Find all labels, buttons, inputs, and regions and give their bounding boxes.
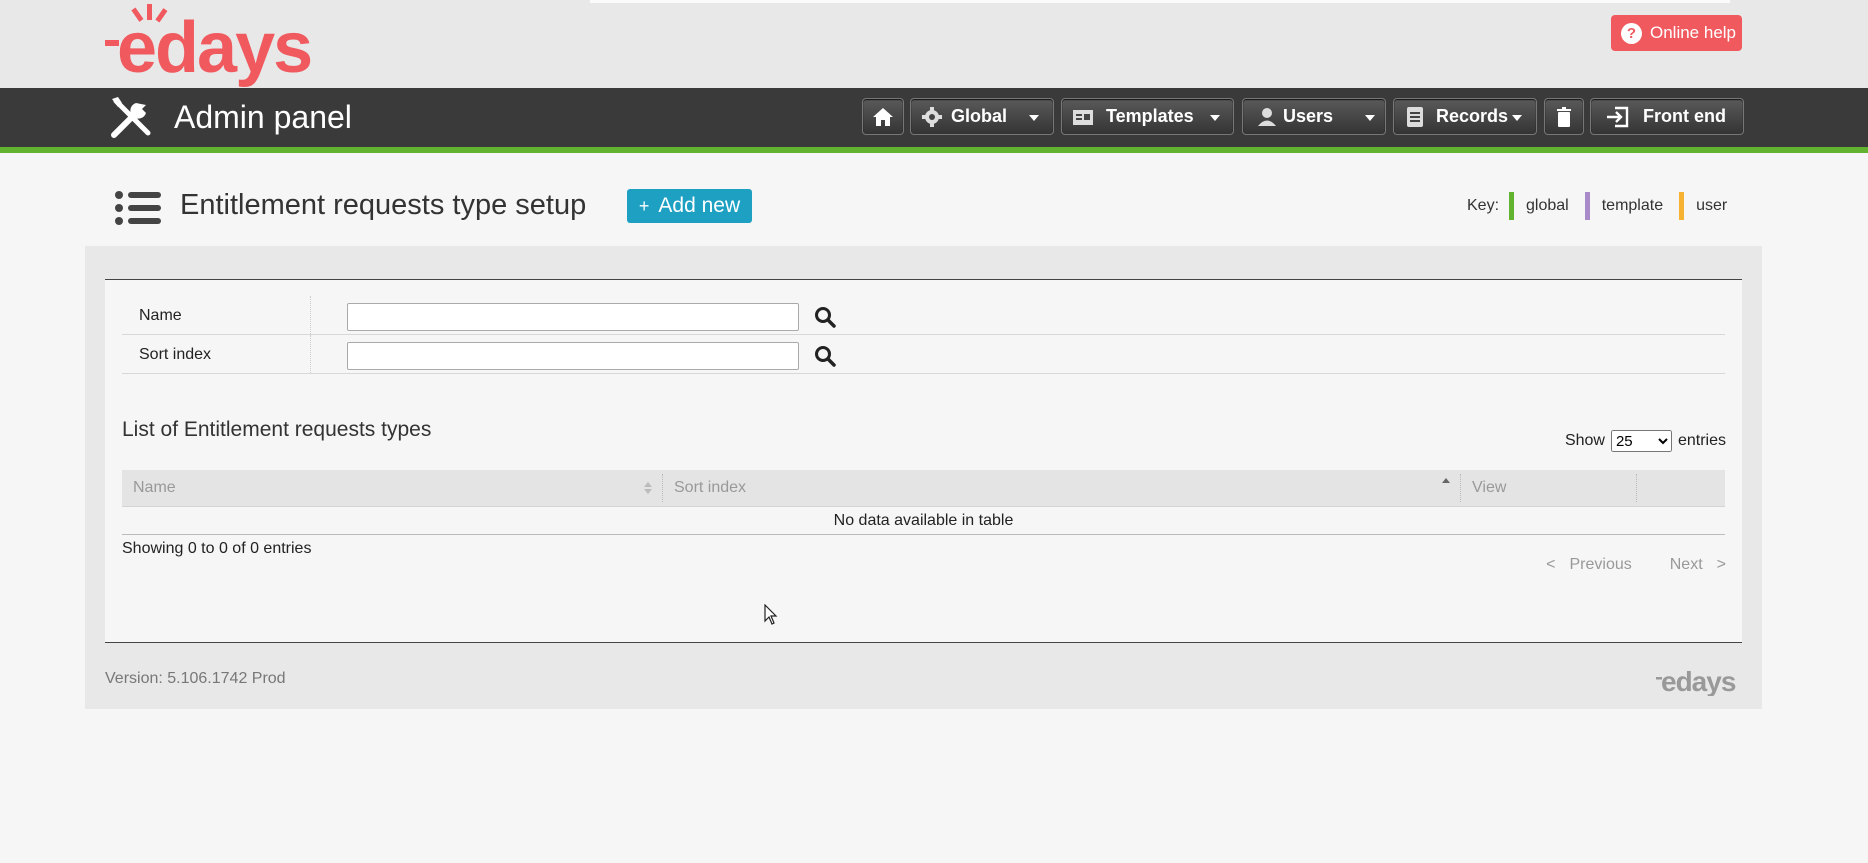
key-global-label: global (1526, 197, 1569, 214)
show-label: Show (1564, 432, 1605, 449)
top-edge (590, 0, 1730, 3)
add-new-button[interactable]: + Add new (627, 189, 752, 223)
column-name-label: Name (133, 479, 176, 496)
filter-row-sort-index: Sort index (122, 335, 1725, 374)
next-arrow-icon[interactable]: > (1717, 556, 1726, 574)
filter-name-label: Name (139, 307, 182, 324)
previous-button[interactable]: Previous (1570, 556, 1632, 574)
table-info: Showing 0 to 0 of 0 entries (122, 540, 312, 557)
svg-text:edays: edays (117, 8, 311, 88)
key-user-label: user (1696, 197, 1728, 214)
chevron-down-icon (1029, 115, 1039, 121)
empty-table-message: No data available in table (122, 507, 1725, 535)
previous-arrow-icon[interactable]: < (1546, 556, 1555, 574)
home-button[interactable] (862, 98, 904, 135)
version-text: Version: 5.106.1742 Prod (105, 670, 286, 687)
name-filter-input[interactable] (347, 303, 799, 331)
list-title: List of Entitlement requests types (122, 418, 432, 441)
table-header: Name Sort index View (122, 470, 1725, 507)
divider (1636, 474, 1637, 502)
front-end-label: Front end (1643, 106, 1726, 126)
template-icon (1073, 109, 1093, 125)
users-label: Users (1283, 106, 1334, 126)
chevron-down-icon (1365, 115, 1375, 121)
main-panel: Name Sort index List of Entitlement requ… (85, 246, 1762, 709)
page-title: Entitlement requests type setup (180, 189, 587, 221)
content-area: Name Sort index List of Entitlement requ… (105, 279, 1742, 643)
front-end-button[interactable]: Front end (1590, 98, 1744, 135)
top-header: edays ? Online help (0, 0, 1868, 88)
next-button[interactable]: Next (1670, 556, 1703, 574)
plus-icon: + (638, 195, 650, 216)
templates-label: Templates (1106, 106, 1194, 126)
admin-bar: Admin panel Global Templates Users Recor… (0, 88, 1868, 153)
column-sort-index-label: Sort index (674, 479, 747, 496)
trash-icon (1557, 106, 1571, 127)
help-icon: ? (1621, 22, 1642, 44)
page-size-control: Show 10 25 50 100 entries (1565, 430, 1726, 452)
pagination-gap (1646, 556, 1656, 574)
page-size-select[interactable]: 10 25 50 100 (1610, 430, 1672, 452)
key-template-swatch (1584, 192, 1590, 220)
green-divider (0, 147, 1868, 153)
pagination: < Previous Next > (1546, 556, 1726, 574)
user-icon (1258, 107, 1276, 126)
records-label: Records (1436, 106, 1509, 126)
online-help-label: Online help (1650, 23, 1737, 42)
global-menu-button[interactable]: Global (910, 98, 1054, 135)
gear-icon (922, 106, 942, 127)
search-icon[interactable] (814, 345, 836, 367)
sign-in-icon (1607, 106, 1629, 127)
tools-icon (111, 97, 151, 138)
color-key: Key: global template user (1467, 192, 1733, 220)
filter-row-name: Name (122, 296, 1725, 335)
filter-sort-index-label: Sort index (139, 346, 212, 363)
key-label: Key: (1467, 197, 1500, 214)
column-header-sort-index[interactable]: Sort index (663, 470, 1461, 506)
admin-panel-title: Admin panel (174, 99, 352, 135)
sort-index-filter-input[interactable] (347, 342, 799, 370)
document-icon (1407, 106, 1423, 127)
chevron-down-icon (1512, 115, 1522, 121)
global-label: Global (951, 106, 1008, 126)
key-user-swatch (1679, 192, 1685, 220)
svg-text:edays: edays (1661, 666, 1736, 696)
column-header-view[interactable]: View (1461, 470, 1637, 506)
sort-ascending-icon (1442, 478, 1450, 483)
trash-button[interactable] (1544, 98, 1584, 135)
key-template-label: template (1601, 197, 1664, 214)
templates-menu-button[interactable]: Templates (1061, 98, 1234, 135)
list-icon (115, 191, 161, 225)
chevron-down-icon (1210, 115, 1220, 121)
edays-footer-logo: edays (1656, 666, 1737, 696)
records-menu-button[interactable]: Records (1393, 98, 1537, 135)
search-icon[interactable] (814, 306, 836, 328)
divider (310, 296, 312, 334)
column-header-name[interactable]: Name (122, 470, 663, 506)
mouse-cursor-icon (764, 604, 778, 625)
column-view-label: View (1472, 479, 1507, 496)
divider (310, 335, 312, 373)
online-help-button[interactable]: ? Online help (1611, 15, 1742, 51)
users-menu-button[interactable]: Users (1242, 98, 1386, 135)
add-new-label: Add new (658, 194, 741, 217)
key-global-swatch (1509, 192, 1515, 220)
edays-logo[interactable]: edays (103, 2, 363, 90)
sort-icon (644, 482, 652, 494)
entries-label: entries (1677, 432, 1726, 449)
home-icon (873, 107, 893, 126)
